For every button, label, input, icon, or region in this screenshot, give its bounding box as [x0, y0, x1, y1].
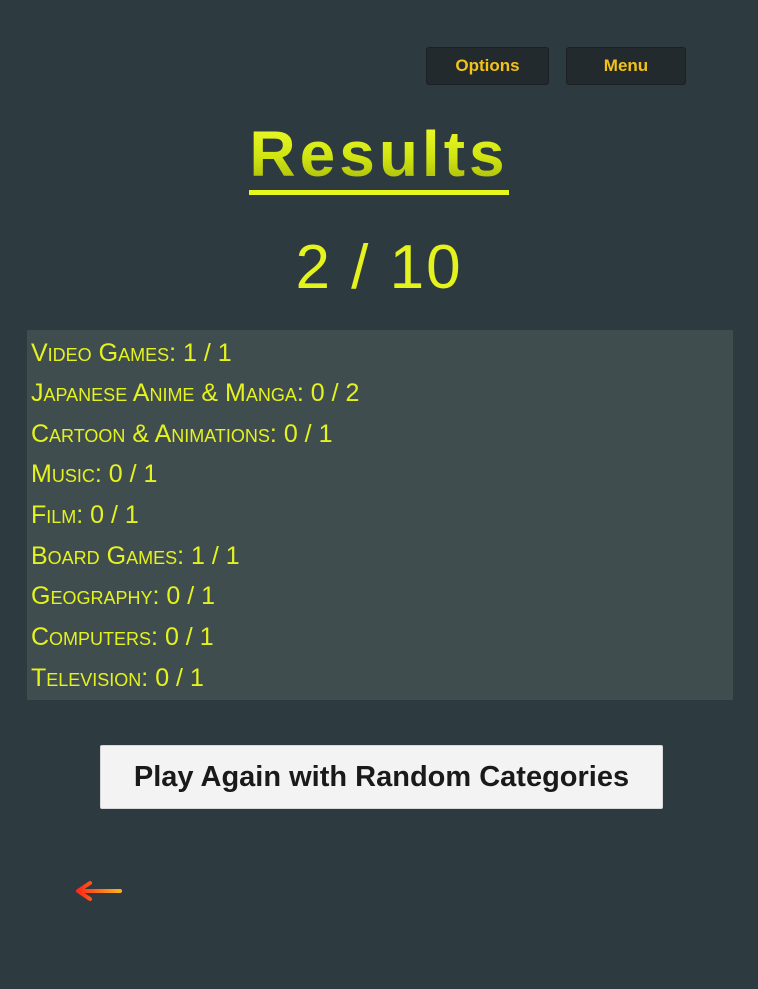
category-result-music: Music: 0 / 1: [31, 460, 158, 488]
total-score: 2 / 10: [295, 233, 463, 302]
category-results-panel: Video Games: 1 / 1 Japanese Anime & Mang…: [27, 330, 733, 700]
results-screen: Options Menu Results 2 / 10 Video Games:…: [0, 0, 758, 989]
category-result-geography: Geography: 0 / 1: [31, 582, 216, 610]
category-result-video-games: Video Games: 1 / 1: [31, 339, 232, 367]
back-button[interactable]: [76, 878, 124, 904]
page-title: Results: [249, 118, 509, 195]
category-result-anime-manga: Japanese Anime & Manga: 0 / 2: [31, 379, 360, 407]
category-result-computers: Computers: 0 / 1: [31, 623, 214, 651]
options-button[interactable]: Options: [426, 47, 549, 85]
title-container: Results: [0, 118, 758, 195]
category-result-board-games: Board Games: 1 / 1: [31, 542, 240, 570]
menu-button[interactable]: Menu: [566, 47, 686, 85]
category-result-television: Television: 0 / 1: [31, 664, 204, 692]
arrow-left-icon: [76, 881, 122, 901]
category-result-film: Film: 0 / 1: [31, 501, 139, 529]
play-again-random-button[interactable]: Play Again with Random Categories: [100, 745, 663, 809]
category-result-cartoon-animations: Cartoon & Animations: 0 / 1: [31, 420, 333, 448]
